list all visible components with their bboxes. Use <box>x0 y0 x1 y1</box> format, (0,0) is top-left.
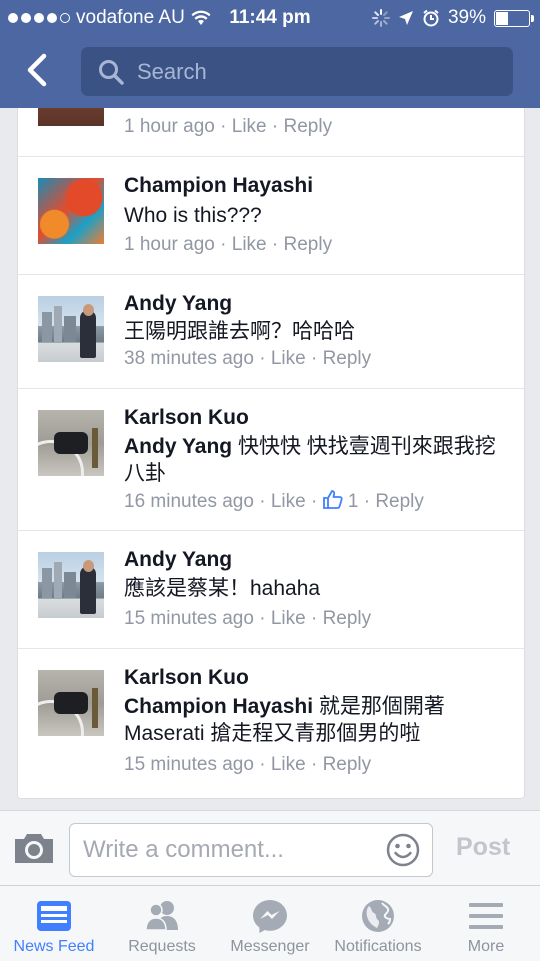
battery-icon <box>494 9 534 27</box>
tab-notifications[interactable]: Notifications <box>324 886 432 961</box>
alarm-clock-icon <box>423 9 439 27</box>
comment-composer: Write a comment... Post <box>0 810 540 886</box>
post-button[interactable]: Post <box>456 833 510 862</box>
camera-icon <box>15 834 53 863</box>
comment-text: Andy Yang 快快快 快找壹週刊來跟我挖八卦 <box>124 435 496 485</box>
tab-label: Notifications <box>334 938 422 955</box>
news-feed-icon <box>37 901 71 931</box>
avatar[interactable] <box>38 178 104 244</box>
comment-meta: 16 minutes ago · Like · 1 · Reply <box>124 490 424 512</box>
back-button[interactable] <box>22 50 54 90</box>
commenter-name[interactable]: Andy Yang <box>124 292 232 316</box>
comment-timestamp: 16 minutes ago <box>124 491 254 512</box>
tab-more[interactable]: More <box>432 886 540 961</box>
comment-meta: 38 minutes ago · Like · Reply <box>124 348 372 369</box>
comments-list: 1 hour ago · Like · Reply Champion Hayas… <box>17 108 525 799</box>
smiley-icon[interactable] <box>386 833 420 867</box>
messenger-icon <box>253 900 287 933</box>
comment-placeholder: Write a comment... <box>83 836 284 863</box>
comment-item: 1 hour ago · Like · Reply <box>18 108 524 157</box>
comment-timestamp: 15 minutes ago <box>124 608 254 629</box>
tab-news-feed[interactable]: News Feed <box>0 886 108 961</box>
like-link[interactable]: Like <box>271 491 306 512</box>
battery-percent: 39% <box>447 7 486 28</box>
search-placeholder: Search <box>137 59 207 84</box>
thumbs-up-icon[interactable] <box>322 490 343 509</box>
comment-meta: 15 minutes ago · Like · Reply <box>124 608 372 629</box>
like-count[interactable]: 1 <box>348 491 359 512</box>
comment-timestamp: 38 minutes ago <box>124 348 254 369</box>
mention-link[interactable]: Champion Hayashi <box>124 695 313 718</box>
tab-label: Messenger <box>230 938 310 955</box>
comment-meta: 15 minutes ago · Like · Reply <box>124 754 372 775</box>
search-icon <box>99 60 124 85</box>
hamburger-menu-icon <box>469 903 503 929</box>
commenter-name[interactable]: Karlson Kuo <box>124 666 249 690</box>
like-link[interactable]: Like <box>271 754 306 775</box>
like-link[interactable]: Like <box>232 116 267 137</box>
comment-item: Karlson Kuo Champion Hayashi 就是那個開著Maser… <box>18 648 524 798</box>
comment-timestamp: 1 hour ago <box>124 234 215 255</box>
tab-label: News Feed <box>13 938 95 955</box>
tab-messenger[interactable]: Messenger <box>216 886 324 961</box>
location-arrow-icon <box>398 11 413 25</box>
comment-meta: 1 hour ago · Like · Reply <box>124 116 333 137</box>
reply-link[interactable]: Reply <box>323 754 372 775</box>
chevron-left-icon <box>27 53 47 87</box>
comment-item: Champion Hayashi Who is this??? 1 hour a… <box>18 156 524 275</box>
top-navigation-bar: vodafone AU 11:44 pm 39% Search <box>0 0 540 108</box>
tab-label: More <box>467 938 505 955</box>
friend-requests-icon <box>145 901 178 931</box>
status-bar: vodafone AU 11:44 pm 39% <box>0 0 540 36</box>
comment-text: Champion Hayashi 就是那個開著Maserati 搶走程又青那個男… <box>124 695 445 745</box>
reply-link[interactable]: Reply <box>284 234 333 255</box>
comment-input[interactable]: Write a comment... <box>69 823 433 877</box>
tab-label: Requests <box>128 938 196 955</box>
comment-timestamp: 15 minutes ago <box>124 754 254 775</box>
avatar[interactable] <box>38 552 104 618</box>
avatar[interactable] <box>38 296 104 362</box>
avatar[interactable] <box>38 108 104 126</box>
comment-item: Andy Yang 王陽明跟誰去啊？哈哈哈 38 minutes ago · L… <box>18 274 524 389</box>
comment-text: Who is this??? <box>124 204 262 227</box>
status-right: 39% <box>371 7 534 29</box>
tab-requests[interactable]: Requests <box>108 886 216 961</box>
reply-link[interactable]: Reply <box>323 608 372 629</box>
comment-text: 應該是蔡某！hahaha <box>124 577 321 600</box>
reply-link[interactable]: Reply <box>323 348 372 369</box>
camera-button[interactable] <box>13 831 55 870</box>
like-link[interactable]: Like <box>271 348 306 369</box>
reply-link[interactable]: Reply <box>284 116 333 137</box>
activity-spinner-icon <box>371 9 390 27</box>
search-bar[interactable]: Search <box>81 47 513 96</box>
avatar[interactable] <box>38 670 104 736</box>
comment-meta: 1 hour ago · Like · Reply <box>124 234 333 255</box>
comment-item: Andy Yang 應該是蔡某！hahaha 15 minutes ago · … <box>18 530 524 649</box>
bottom-tab-bar: News Feed Requests Messenger Notificatio… <box>0 885 540 961</box>
reply-link[interactable]: Reply <box>375 491 424 512</box>
comment-text: 王陽明跟誰去啊？哈哈哈 <box>124 320 355 343</box>
globe-icon <box>362 900 394 932</box>
comment-timestamp: 1 hour ago <box>124 116 215 137</box>
avatar[interactable] <box>38 410 104 476</box>
commenter-name[interactable]: Champion Hayashi <box>124 174 313 198</box>
mention-link[interactable]: Andy Yang <box>124 435 232 458</box>
commenter-name[interactable]: Karlson Kuo <box>124 406 249 430</box>
like-link[interactable]: Like <box>271 608 306 629</box>
comment-item: Karlson Kuo Andy Yang 快快快 快找壹週刊來跟我挖八卦 16… <box>18 388 524 531</box>
like-link[interactable]: Like <box>232 234 267 255</box>
commenter-name[interactable]: Andy Yang <box>124 548 232 572</box>
